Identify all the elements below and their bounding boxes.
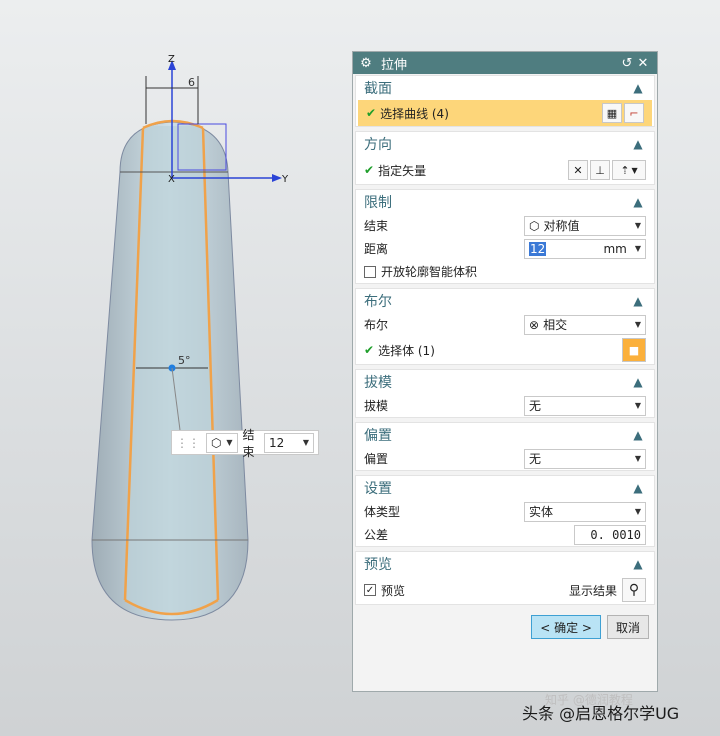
preview-checkbox[interactable]: ✓ <box>364 584 376 596</box>
direction-section: 方向 ▲ ✔ 指定矢量 ✕ ⊥ ⇡ ▼ <box>355 131 655 185</box>
section-header[interactable]: 截面 ▲ <box>356 76 654 100</box>
draft-section: 拔模 ▲ 拔模 无 ▼ <box>355 369 655 418</box>
boolean-header[interactable]: 布尔 ▲ <box>356 289 654 313</box>
drag-handle-icon[interactable]: ⋮⋮ <box>176 436 200 450</box>
vector-dialog-icon[interactable]: ⊥ <box>590 160 610 180</box>
reset-icon[interactable]: ↺ <box>619 56 635 71</box>
gear-icon: ⚙ <box>360 55 372 71</box>
settings-header[interactable]: 设置 ▲ <box>356 476 654 500</box>
onscreen-end-label: 结束 <box>242 427 255 459</box>
onscreen-end-panel: ⋮⋮ ⬡ ▼ 结束 12 ▼ <box>171 428 319 459</box>
chevron-up-icon[interactable]: ▲ <box>630 294 646 308</box>
vector-row[interactable]: ✔ 指定矢量 ✕ ⊥ ⇡ ▼ <box>356 156 654 184</box>
limits-section: 限制 ▲ 结束 ⬡ 对称值 ▼ 距离 12 mm ▼ 开放轮廓智能体积 <box>355 189 655 284</box>
open-profile-row[interactable]: 开放轮廓智能体积 <box>356 260 654 283</box>
boolean-dropdown[interactable]: ⊗ 相交 ▼ <box>524 314 646 335</box>
end-row: 结束 ⬡ 对称值 ▼ <box>356 214 654 237</box>
cube-icon: ⬡ <box>529 218 540 233</box>
y-axis-label: Y <box>281 174 289 185</box>
chevron-up-icon[interactable]: ▲ <box>630 481 646 495</box>
body-type-dropdown[interactable]: 实体 ▼ <box>524 501 646 522</box>
mid-dimension-text: 5° <box>178 354 191 367</box>
distance-label: 距离 <box>364 242 389 256</box>
select-curve-row[interactable]: ✔ 选择曲线 (4) ▦ ⌐ <box>358 100 652 126</box>
chevron-up-icon[interactable]: ▲ <box>630 81 646 95</box>
body-type-row: 体类型 实体 ▼ <box>356 500 654 523</box>
select-curve-label: 选择曲线 (4) <box>380 106 449 121</box>
close-icon[interactable]: ✕ <box>635 56 651 71</box>
draft-header[interactable]: 拔模 ▲ <box>356 370 654 394</box>
select-body-label: 选择体 (1) <box>378 343 435 358</box>
open-profile-checkbox[interactable] <box>364 265 376 278</box>
reverse-direction-icon[interactable]: ✕ <box>568 160 588 180</box>
offset-label: 偏置 <box>364 452 389 466</box>
sketch-section-icon[interactable]: ▦ <box>602 103 622 123</box>
tolerance-input[interactable]: 0. 0010 <box>574 524 646 545</box>
curve-select-icon[interactable]: ⌐ <box>624 103 644 123</box>
dialog-titlebar: ⚙ 拉伸 ↺ ✕ <box>353 52 657 74</box>
check-icon: ✔ <box>366 106 377 120</box>
preview-header[interactable]: 预览 ▲ <box>356 552 654 576</box>
boolean-section: 布尔 ▲ 布尔 ⊗ 相交 ▼ ✔ 选择体 (1) ■ <box>355 288 655 365</box>
cancel-button[interactable]: 取消 <box>606 615 649 639</box>
dialog-title: 拉伸 <box>381 57 408 73</box>
cube-icon: ⬡ <box>211 435 222 450</box>
end-label: 结束 <box>364 219 389 233</box>
draft-row: 拔模 无 ▼ <box>356 394 654 417</box>
top-dimension-text: 6 <box>188 76 195 89</box>
offset-header[interactable]: 偏置 ▲ <box>356 423 654 447</box>
boolean-row: 布尔 ⊗ 相交 ▼ <box>356 313 654 336</box>
preview-row: ✓ 预览 显示结果 ⚲ <box>356 576 654 604</box>
chevron-up-icon[interactable]: ▲ <box>630 557 646 571</box>
z-axis-label: Z <box>168 54 175 65</box>
body-type-label: 体类型 <box>364 505 401 519</box>
chevron-up-icon[interactable]: ▲ <box>630 195 646 209</box>
limits-header[interactable]: 限制 ▲ <box>356 190 654 214</box>
check-icon: ✔ <box>364 343 375 357</box>
vector-type-icon[interactable]: ⇡ ▼ <box>612 160 646 180</box>
magnifier-icon[interactable]: ⚲ <box>622 578 646 602</box>
offset-dropdown[interactable]: 无 ▼ <box>524 448 646 469</box>
draft-label: 拔模 <box>364 399 389 413</box>
chevron-up-icon[interactable]: ▲ <box>630 375 646 389</box>
solid-body-icon[interactable]: ■ <box>622 338 646 362</box>
vector-label: 指定矢量 <box>378 163 427 178</box>
onscreen-end-input[interactable]: 12 ▼ <box>264 432 314 453</box>
draft-dropdown[interactable]: 无 ▼ <box>524 395 646 416</box>
select-body-row[interactable]: ✔ 选择体 (1) ■ <box>356 336 654 364</box>
chevron-up-icon[interactable]: ▲ <box>630 137 646 151</box>
ok-button[interactable]: < 确定 > <box>531 615 601 639</box>
check-icon: ✔ <box>364 163 375 177</box>
preview-label: 预览 <box>381 583 406 598</box>
dialog-footer: < 确定 > 取消 <box>353 609 657 645</box>
tolerance-label: 公差 <box>364 528 389 542</box>
offset-row: 偏置 无 ▼ <box>356 447 654 470</box>
distance-input[interactable]: 12 mm ▼ <box>524 238 646 259</box>
x-axis-label: X <box>168 174 175 185</box>
boolean-label: 布尔 <box>364 318 389 332</box>
onscreen-type-dropdown[interactable]: ⬡ ▼ <box>206 432 238 453</box>
distance-row: 距离 12 mm ▼ <box>356 237 654 260</box>
section-section: 截面 ▲ ✔ 选择曲线 (4) ▦ ⌐ <box>355 75 655 127</box>
intersect-icon: ⊗ <box>529 317 540 332</box>
show-result-label: 显示结果 <box>568 583 617 598</box>
direction-header[interactable]: 方向 ▲ <box>356 132 654 156</box>
offset-section: 偏置 ▲ 偏置 无 ▼ <box>355 422 655 471</box>
watermark-main: 头条 @启恩格尔学UG <box>522 704 680 723</box>
tolerance-row: 公差 0. 0010 <box>356 523 654 546</box>
chevron-up-icon[interactable]: ▲ <box>630 428 646 442</box>
extrude-dialog: ⚙ 拉伸 ↺ ✕ 截面 ▲ ✔ 选择曲线 (4) ▦ ⌐ 方向 ▲ ✔ 指定矢量… <box>352 51 658 692</box>
end-type-dropdown[interactable]: ⬡ 对称值 ▼ <box>524 215 646 236</box>
settings-section: 设置 ▲ 体类型 实体 ▼ 公差 0. 0010 <box>355 475 655 547</box>
preview-section: 预览 ▲ ✓ 预览 显示结果 ⚲ <box>355 551 655 605</box>
open-profile-label: 开放轮廓智能体积 <box>381 265 478 279</box>
